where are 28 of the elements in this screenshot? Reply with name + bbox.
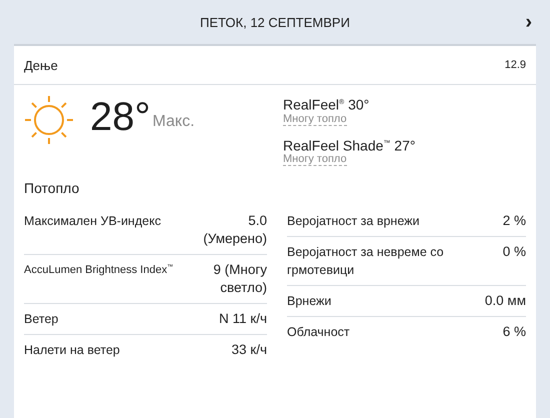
date-label: 12.9 xyxy=(504,59,526,71)
detail-value: 9 (Многу светло) xyxy=(212,261,267,298)
detail-value: 6 % xyxy=(502,323,526,342)
realfeel-label: RealFeel Shade$^{™}$ 27° xyxy=(283,136,416,154)
sun-icon xyxy=(24,95,74,145)
realfeel-label: RealFeel$^{®}$ 30° xyxy=(283,96,370,113)
detail-label: Врнежи xyxy=(287,293,332,310)
detail-value: 5.0 (Умерено) xyxy=(202,212,267,248)
period-label: Дење xyxy=(24,58,58,72)
detail-label: Ветер xyxy=(24,311,58,328)
detail-label: AccuLumen Brightness Index$^{™}$ xyxy=(24,263,174,278)
day-title: ПЕТОК, 12 СЕПТЕМВРИ xyxy=(200,14,350,30)
detail-label: Облачност xyxy=(287,324,350,342)
detail-label: Налети на ветер xyxy=(24,342,120,360)
realfeel-phrase[interactable]: Многу топло xyxy=(283,153,347,166)
temperature-label: Макс. xyxy=(152,113,195,131)
realfeel-phrase[interactable]: Многу топло xyxy=(283,112,347,126)
detail-label: Веројатност за невреме со грмотевици xyxy=(287,244,445,280)
detail-value: 33 к/ч xyxy=(232,341,267,360)
next-day-button[interactable]: › xyxy=(525,12,532,32)
detail-value: 0.0 мм xyxy=(484,292,526,310)
detail-value: 0 % xyxy=(502,243,526,262)
temperature: 28° xyxy=(90,95,150,139)
weather-phrase: Потопло xyxy=(23,179,80,198)
detail-value: 2 % xyxy=(502,212,526,230)
detail-label: Максимален УВ-индекс xyxy=(24,213,161,230)
detail-value: N 11 к/ч xyxy=(219,310,267,328)
detail-label: Веројатност за врнежи xyxy=(287,213,420,230)
